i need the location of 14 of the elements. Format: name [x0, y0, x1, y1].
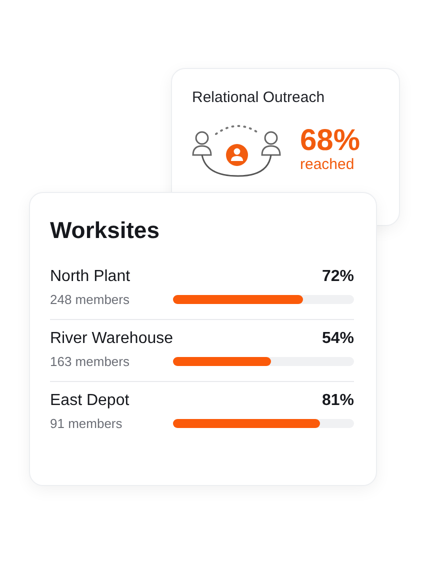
member-count: 248 members [50, 292, 130, 307]
card-title: Worksites [50, 217, 161, 244]
worksite-percent: 54% [322, 330, 354, 348]
people-network-icon [192, 122, 284, 178]
reached-label: reached [300, 156, 356, 174]
member-count: 163 members [50, 354, 130, 369]
worksite-name: East Depot [50, 392, 130, 410]
worksite-name: River Warehouse [50, 330, 174, 348]
card-title: Relational Outreach [192, 89, 326, 106]
reached-percent: 68% [300, 126, 360, 156]
worksite-percent: 72% [322, 268, 354, 286]
worksite-name: North Plant [50, 268, 130, 286]
worksite-percent: 81% [322, 392, 354, 410]
member-count: 91 members [50, 416, 124, 431]
